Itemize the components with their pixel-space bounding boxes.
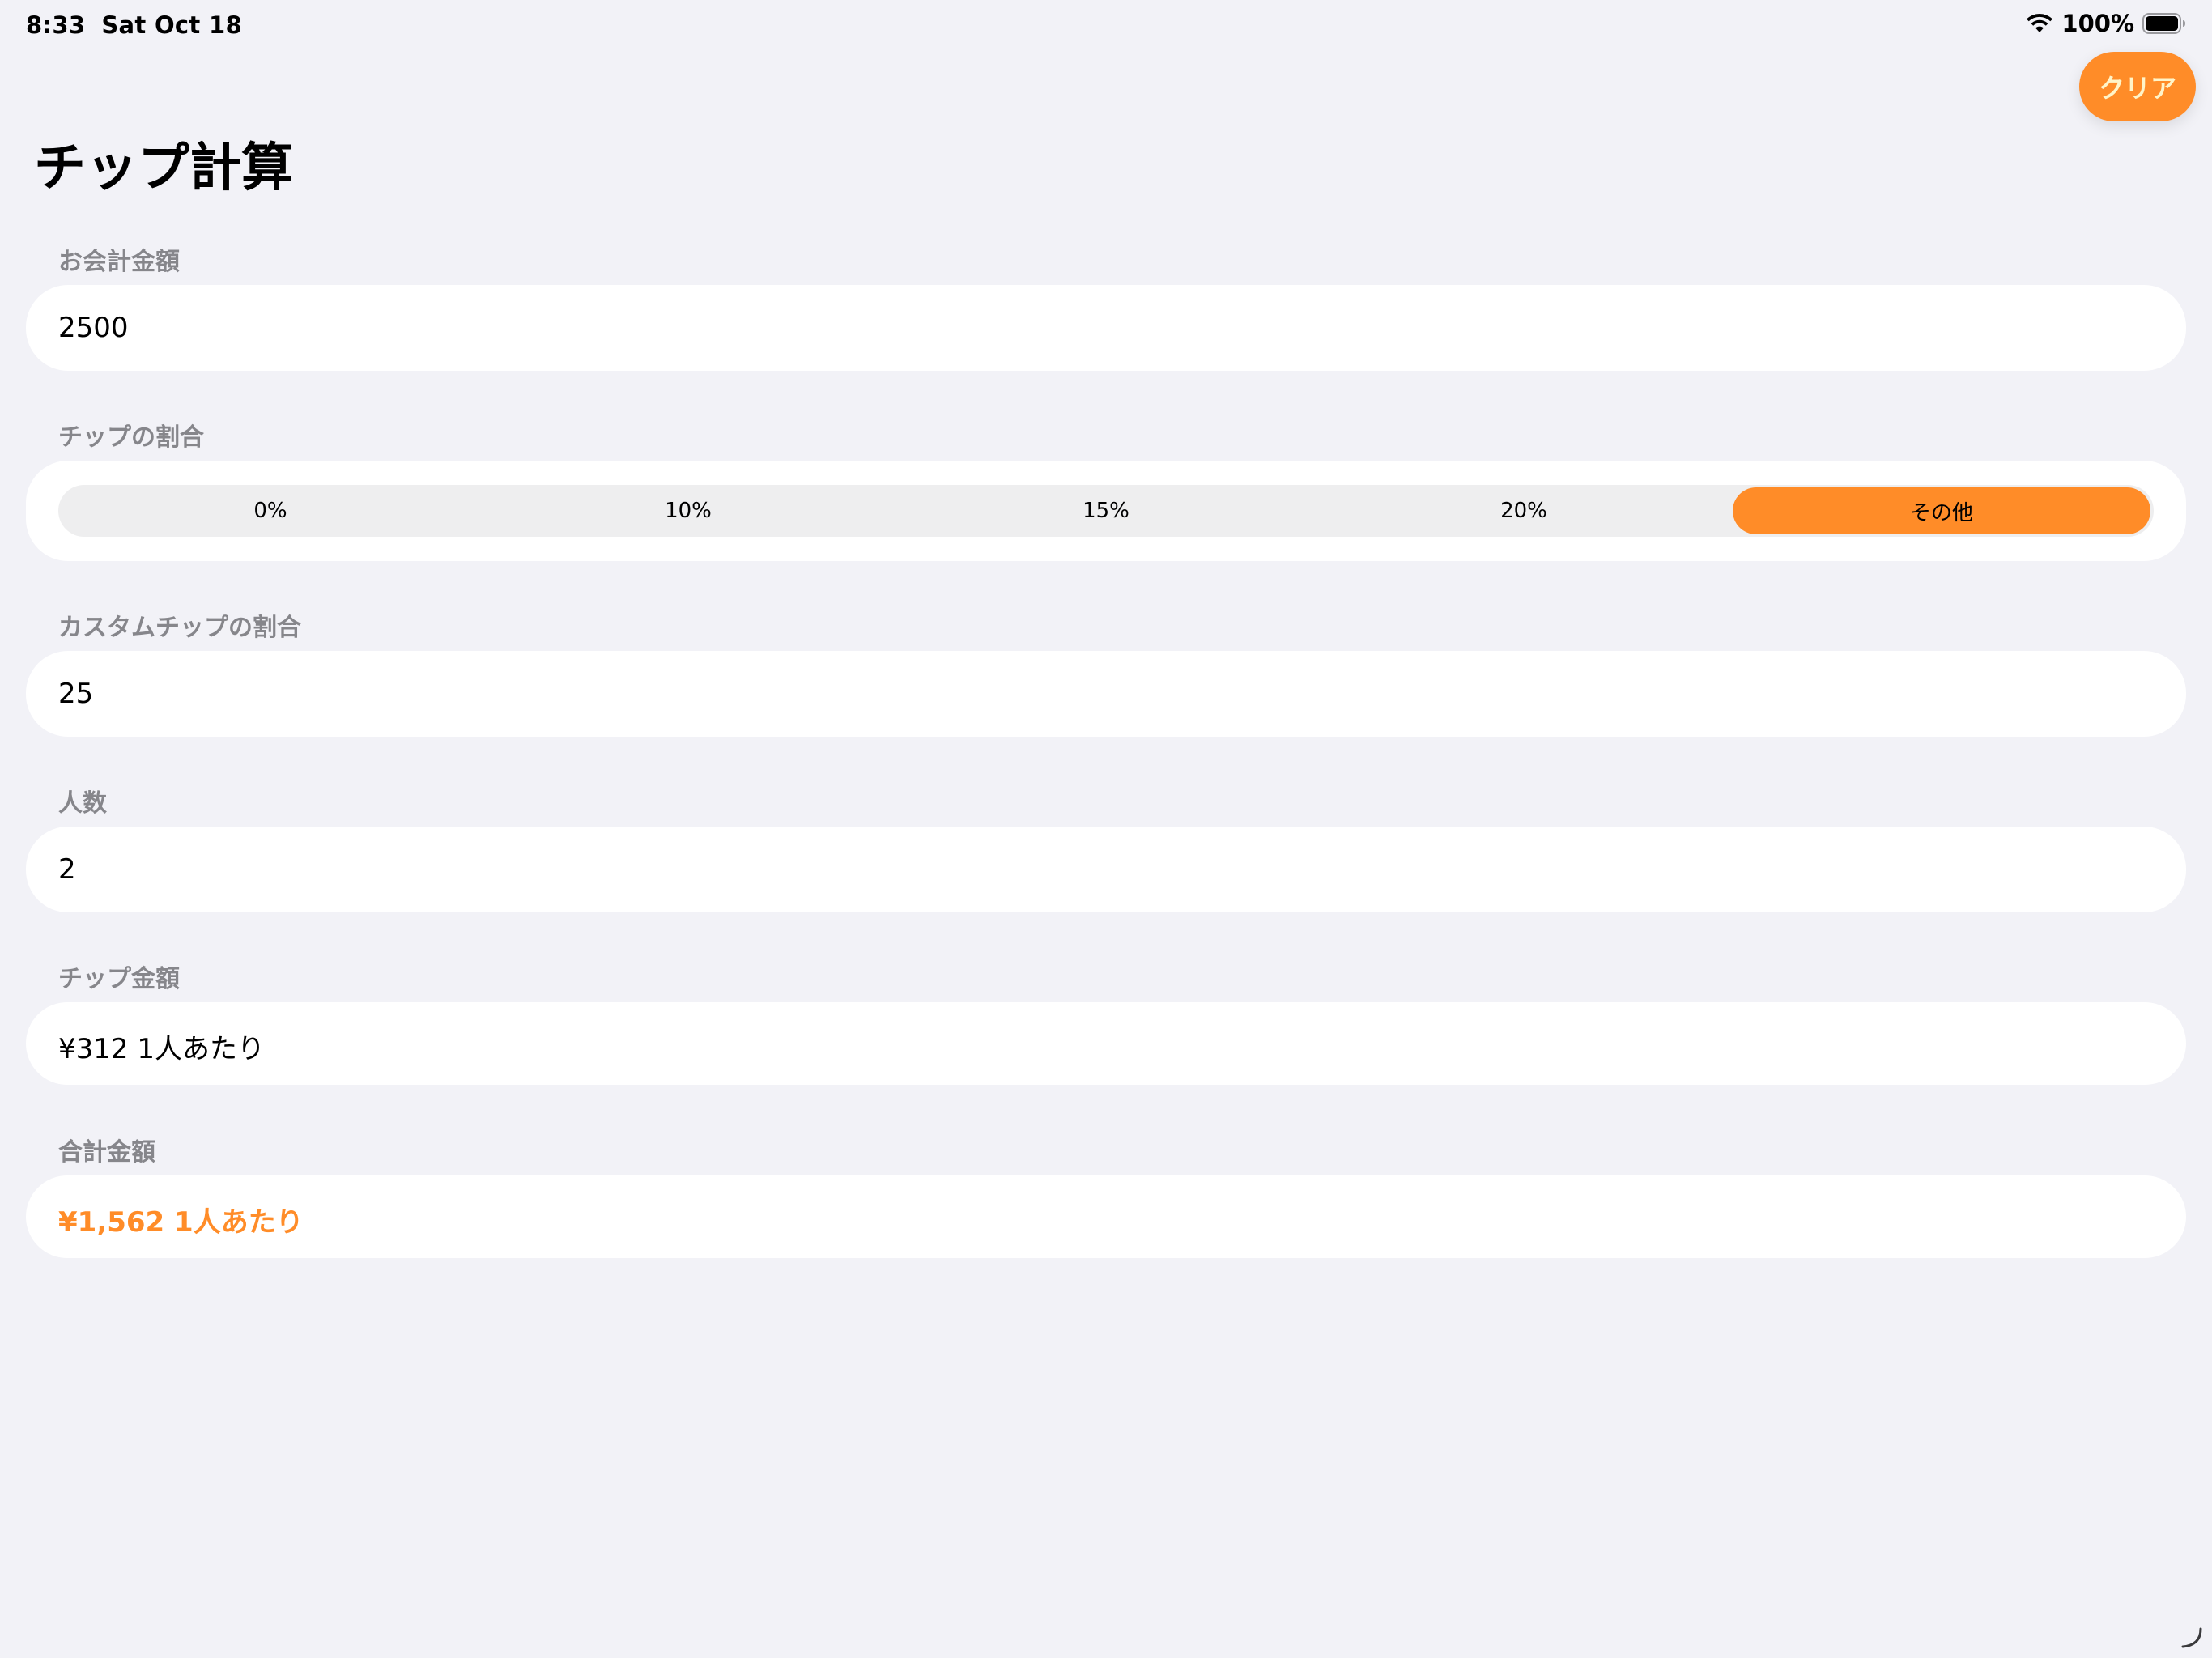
tip-amount-card: ¥312 1人あたり (26, 1002, 2186, 1085)
tip-amount-value: ¥312 1人あたり (58, 1033, 265, 1065)
battery-percentage: 100% (2061, 10, 2134, 37)
bill-field[interactable]: 2500 (26, 285, 2186, 371)
status-bar: 8:33 Sat Oct 18 100% (0, 0, 2212, 52)
bill-label: お会計金額 (58, 248, 180, 276)
resize-handle-icon[interactable] (2180, 1626, 2204, 1650)
custom-tip-label: カスタムチップの割合 (58, 614, 301, 642)
people-value: 2 (58, 853, 76, 886)
status-time-date: 8:33 Sat Oct 18 (26, 11, 242, 39)
total-value: ¥1,562 1人あたり (58, 1206, 304, 1239)
tip-amount-label: チップ金額 (58, 965, 180, 993)
tip-option-20[interactable]: 20% (1315, 487, 1733, 534)
people-field[interactable]: 2 (26, 827, 2186, 912)
tip-option-other[interactable]: その他 (1733, 487, 2150, 534)
total-card: ¥1,562 1人あたり (26, 1175, 2186, 1258)
battery-icon (2142, 13, 2186, 34)
tip-option-15[interactable]: 15% (897, 487, 1315, 534)
status-date: Sat Oct 18 (101, 11, 242, 39)
custom-tip-value: 25 (58, 678, 94, 710)
status-indicators: 100% (2026, 10, 2186, 37)
tip-option-10[interactable]: 10% (479, 487, 897, 534)
tip-option-0[interactable]: 0% (62, 487, 479, 534)
people-label: 人数 (58, 789, 107, 818)
page-title: チップ計算 (34, 138, 293, 198)
status-time: 8:33 (26, 11, 86, 39)
tip-percentage-segmented-control: 0% 10% 15% 20% その他 (58, 485, 2154, 537)
wifi-icon (2026, 13, 2053, 34)
custom-tip-field[interactable]: 25 (26, 651, 2186, 737)
total-label: 合計金額 (58, 1138, 155, 1167)
bill-value: 2500 (58, 312, 129, 344)
tip-percentage-label: チップの割合 (58, 423, 204, 452)
clear-button[interactable]: クリア (2079, 52, 2196, 121)
tip-percentage-card: 0% 10% 15% 20% その他 (26, 461, 2186, 561)
